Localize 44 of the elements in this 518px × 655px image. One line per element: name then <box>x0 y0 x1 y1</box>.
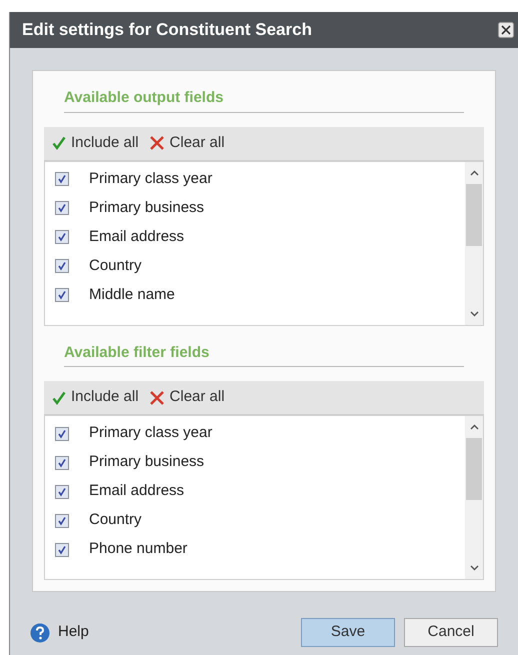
include-all-button[interactable]: Include all <box>52 386 139 409</box>
field-label: Primary business <box>89 452 204 472</box>
checkbox[interactable] <box>55 514 69 528</box>
field-label: Middle name <box>89 284 175 305</box>
checkbox[interactable] <box>55 201 69 215</box>
checkbox[interactable] <box>55 172 69 186</box>
checkbox[interactable] <box>55 542 69 556</box>
scrollbar[interactable] <box>465 416 483 579</box>
checkbox[interactable] <box>55 230 69 244</box>
include-all-button[interactable]: Include all <box>52 132 139 154</box>
clear-all-button[interactable]: Clear all <box>148 132 225 154</box>
scroll-down-icon[interactable] <box>470 565 478 571</box>
close-icon[interactable] <box>498 22 514 38</box>
x-icon <box>148 135 165 151</box>
checkbox[interactable] <box>55 259 69 273</box>
scroll-thumb[interactable] <box>466 438 482 500</box>
checkbox[interactable] <box>55 484 69 498</box>
checkmark-icon <box>52 390 66 404</box>
checkbox[interactable] <box>55 426 69 440</box>
checkbox[interactable] <box>55 456 69 470</box>
field-label: Email address <box>89 481 184 502</box>
cancel-button[interactable]: Cancel <box>404 618 498 647</box>
save-button[interactable]: Save <box>301 618 395 647</box>
checkbox[interactable] <box>55 288 69 302</box>
field-label: Country <box>89 256 142 276</box>
window-title: Edit settings for Constituent Search <box>22 19 312 42</box>
checkmark-icon <box>52 136 66 150</box>
field-label: Primary business <box>89 198 204 218</box>
scroll-down-icon[interactable] <box>470 310 478 316</box>
scroll-thumb[interactable] <box>466 184 482 246</box>
section-heading: Available output fields <box>63 88 224 108</box>
field-label: Phone number <box>89 539 188 560</box>
field-label: Primary class year <box>89 168 212 189</box>
help-link[interactable]: Help <box>58 621 89 644</box>
help-icon[interactable] <box>30 622 50 642</box>
field-label: Email address <box>89 226 184 247</box>
scrollbar[interactable] <box>465 162 483 324</box>
section-heading: Available filter fields <box>63 342 210 362</box>
field-label: Primary class year <box>89 423 212 444</box>
field-label: Country <box>89 510 142 530</box>
clear-all-button[interactable]: Clear all <box>148 386 225 409</box>
scroll-up-icon[interactable] <box>470 424 478 430</box>
x-icon <box>148 390 165 406</box>
scroll-up-icon[interactable] <box>470 170 478 176</box>
